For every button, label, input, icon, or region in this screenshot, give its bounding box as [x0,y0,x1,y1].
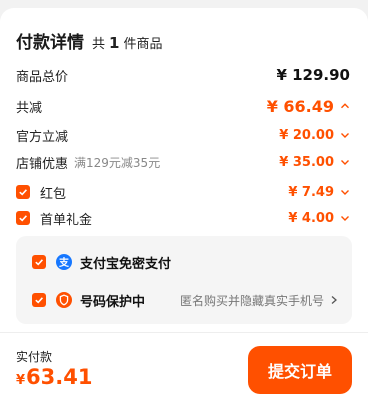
chevron-down-icon[interactable] [340,130,350,140]
official-discount-label: 官方立减 [16,129,69,145]
footer-divider [0,332,368,333]
item-count-suffix: 件商品 [123,37,163,52]
official-discount-amount: ¥ 20.00 [279,127,334,143]
pay-currency: ¥ [16,373,26,388]
chevron-down-icon[interactable] [340,213,350,223]
red-packet-amount: ¥ 7.49 [288,184,334,200]
item-count-number: 1 [109,34,120,52]
number-protection-checkbox[interactable] [32,293,46,307]
discount-total-label: 共减 [16,100,43,116]
official-discount-value: ¥ 20.00 [279,128,350,143]
first-order-gift-amount: ¥ 4.00 [288,210,334,226]
chevron-down-icon[interactable] [340,187,350,197]
chevron-up-icon[interactable] [340,101,350,111]
alipay-label: 支付宝免密支付 [80,256,172,272]
chevron-down-icon[interactable] [340,157,350,167]
red-packet-value: ¥ 7.49 [288,185,350,200]
pay-amount-label: 实付款 [16,350,53,364]
pay-amount: ¥63.41 [16,365,92,389]
red-packet-row[interactable]: 红包 ¥ 7.49 [16,180,350,204]
submit-order-button[interactable]: 提交订单 [248,346,352,394]
payment-options-panel: 支 支付宝免密支付 号码保护中 匿名购买并隐藏真实手机号 [16,236,352,324]
number-protection-hint-link[interactable]: 匿名购买并隐藏真实手机号 [180,292,338,309]
first-order-gift-value: ¥ 4.00 [288,211,350,226]
item-count-prefix: 共 [92,37,106,52]
shield-icon [56,292,72,308]
discount-total-value: ¥ 66.49 [267,97,350,116]
total-price-amount: ¥ 129.90 [276,66,350,84]
store-discount-value: ¥ 35.00 [279,155,350,170]
alipay-option[interactable]: 支 支付宝免密支付 [32,250,338,274]
number-protection-option[interactable]: 号码保护中 匿名购买并隐藏真实手机号 [32,288,338,312]
header: 付款详情 共 1 件商品 [16,28,162,53]
item-count: 共 1 件商品 [92,33,162,52]
red-packet-checkbox[interactable] [16,185,30,199]
chevron-right-icon [331,296,337,304]
store-discount-row[interactable]: 店铺优惠 满129元减35元 ¥ 35.00 [16,150,350,174]
official-discount-row[interactable]: 官方立减 ¥ 20.00 [16,123,350,147]
store-discount-label: 店铺优惠 [16,156,69,172]
svg-text:支: 支 [58,256,70,269]
store-discount-note: 满129元减35元 [74,155,161,170]
number-protection-label: 号码保护中 [80,294,146,310]
total-price-row: 商品总价 ¥ 129.90 [16,63,350,87]
red-packet-label: 红包 [40,186,67,202]
alipay-icon: 支 [56,254,72,270]
alipay-checkbox[interactable] [32,255,46,269]
first-order-gift-checkbox[interactable] [16,211,30,225]
first-order-gift-row[interactable]: 首单礼金 ¥ 4.00 [16,206,350,230]
page-title: 付款详情 [16,33,84,53]
first-order-gift-label: 首单礼金 [40,212,93,228]
total-price-label: 商品总价 [16,69,69,85]
discount-total-amount: ¥ 66.49 [266,96,334,116]
pay-amount-value: 63.41 [26,365,93,389]
store-discount-amount: ¥ 35.00 [279,154,334,170]
payment-details-card: 付款详情 共 1 件商品 商品总价 ¥ 129.90 共减 ¥ 66.49 官方立减… [0,8,368,408]
number-protection-hint: 匿名购买并隐藏真实手机号 [179,293,324,308]
discount-total-row[interactable]: 共减 ¥ 66.49 [16,94,350,118]
